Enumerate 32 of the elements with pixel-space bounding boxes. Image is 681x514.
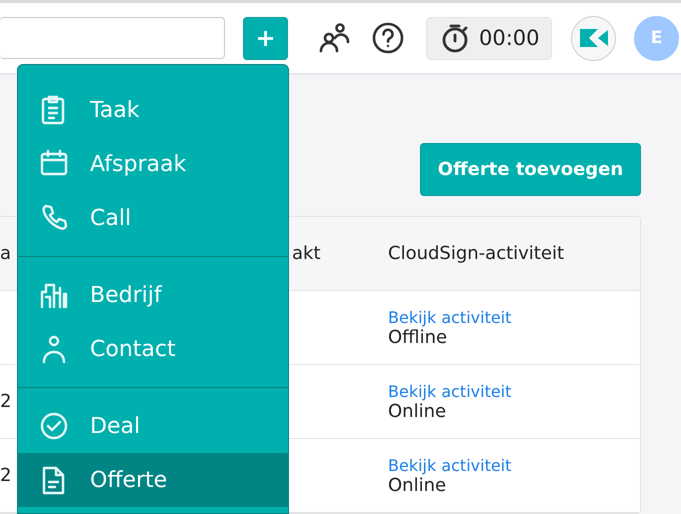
people-icon[interactable] xyxy=(318,23,350,53)
menu-item[interactable]: Call xyxy=(18,191,288,245)
column-header: CloudSign-activiteit xyxy=(388,243,564,264)
table-cell: 2 xyxy=(0,391,12,412)
column-header: akt xyxy=(292,243,321,264)
menu-item[interactable]: Deal xyxy=(18,399,288,453)
menu-item[interactable]: Bedrijf xyxy=(18,268,288,322)
view-activity-link[interactable]: Bekijk activiteit xyxy=(388,308,512,326)
menu-item[interactable]: Offerte xyxy=(18,453,288,507)
add-button[interactable]: + xyxy=(243,16,288,60)
activity-status: Offline xyxy=(388,326,448,348)
menu-item[interactable]: Contact xyxy=(18,322,288,376)
video-camera-icon xyxy=(580,29,608,47)
stopwatch-icon xyxy=(441,23,469,53)
video-button[interactable] xyxy=(571,16,616,60)
activity-status: Online xyxy=(388,474,446,496)
menu-item[interactable]: Afspraak xyxy=(18,137,288,191)
column-header: a xyxy=(0,243,12,264)
search-field[interactable] xyxy=(0,17,225,59)
person-icon xyxy=(40,334,68,364)
menu-item[interactable]: Taak xyxy=(18,83,288,137)
user-avatar[interactable]: E xyxy=(634,16,679,60)
help-icon[interactable] xyxy=(372,22,404,54)
timer-text: 00:00 xyxy=(479,26,540,50)
view-activity-link[interactable]: Bekijk activiteit xyxy=(388,382,512,400)
timer[interactable]: 00:00 xyxy=(426,16,552,60)
view-activity-link[interactable]: Bekijk activiteit xyxy=(388,456,512,474)
check-circle-icon xyxy=(40,411,68,441)
activity-status: Online xyxy=(388,400,446,422)
phone-icon xyxy=(40,203,68,233)
add-quote-button[interactable]: Offerte toevoegen xyxy=(420,143,641,196)
table-cell: 2 xyxy=(0,465,12,486)
